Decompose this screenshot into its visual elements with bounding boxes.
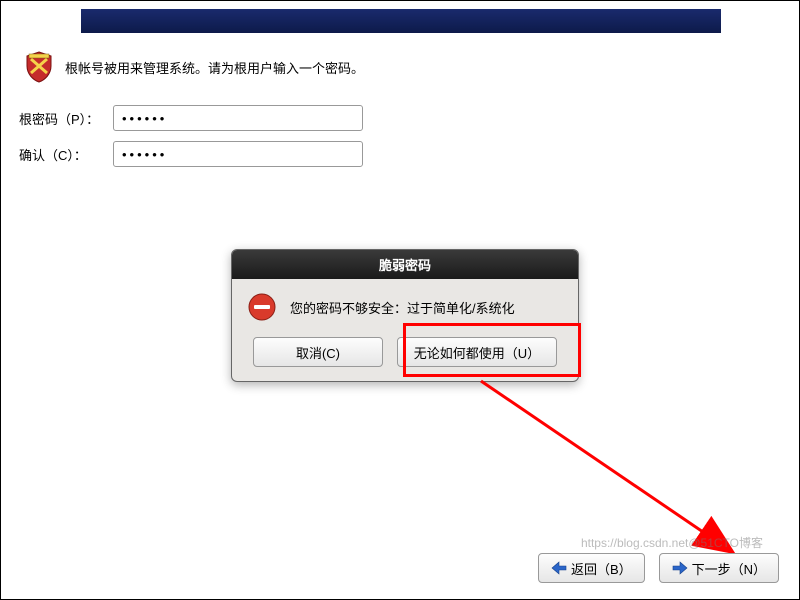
next-button[interactable]: 下一步（N）: [659, 553, 779, 583]
footer-nav: 返回（B） 下一步（N）: [538, 553, 779, 583]
arrow-right-icon: [672, 561, 688, 575]
cancel-button[interactable]: 取消(C): [253, 337, 383, 367]
confirm-password-label: 确认（C）：: [19, 145, 113, 164]
root-password-input[interactable]: [113, 105, 363, 131]
arrow-left-icon: [551, 561, 567, 575]
back-label: 返回（B）: [571, 559, 632, 578]
intro-row: 根帐号被用来管理系统。请为根用户输入一个密码。: [25, 51, 364, 83]
error-icon: [248, 293, 276, 321]
weak-password-dialog: 脆弱密码 您的密码不够安全：过于简单化/系统化 取消(C) 无论如何都使用（U）: [231, 249, 579, 382]
confirm-password-input[interactable]: [113, 141, 363, 167]
header-banner: [81, 9, 721, 33]
watermark-text: https://blog.csdn.net@51CTO博客: [581, 534, 763, 551]
root-password-label: 根密码（P）：: [19, 109, 113, 128]
password-form: 根密码（P）： 确认（C）：: [19, 105, 363, 177]
back-button[interactable]: 返回（B）: [538, 553, 645, 583]
dialog-title: 脆弱密码: [232, 250, 578, 279]
intro-text: 根帐号被用来管理系统。请为根用户输入一个密码。: [65, 58, 364, 77]
shield-icon: [25, 51, 53, 83]
dialog-message: 您的密码不够安全：过于简单化/系统化: [290, 298, 515, 317]
next-label: 下一步（N）: [692, 559, 766, 578]
use-anyway-button[interactable]: 无论如何都使用（U）: [397, 337, 557, 367]
